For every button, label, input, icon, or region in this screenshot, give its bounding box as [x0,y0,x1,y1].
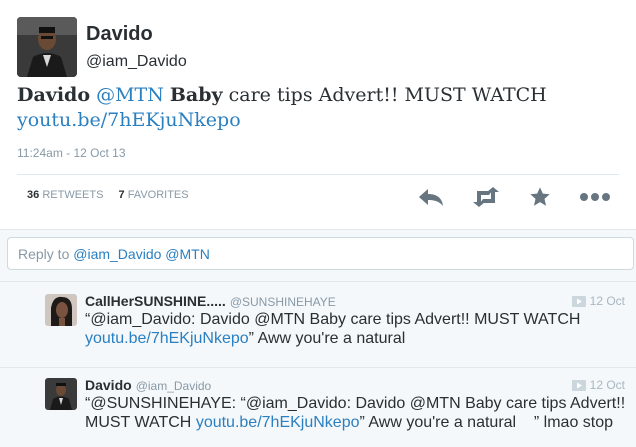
retweets-label: RETWEETS [42,189,104,201]
reply-mentions: @iam_Davido @MTN [73,246,210,262]
retweets-stat[interactable]: 36 RETWEETS [27,189,109,201]
reply-prefix: Reply to [18,246,74,262]
author-handle[interactable]: @iam_Davido [86,53,187,71]
reply-item[interactable]: CallHerSUNSHINE..... @SUNSHINEHAYE 12 Oct… [0,281,636,367]
divider [17,174,619,175]
favorites-label: FAVORITES [127,189,189,201]
reply-text-after: ” Aww you're a natural ” lmao stop [359,414,614,431]
reply-text-after: ” Aww you're a natural [248,330,406,347]
retweet-icon [473,187,499,207]
retweet-button[interactable] [471,182,501,212]
reply-author-handle: @SUNSHINEHAYE [229,295,336,309]
reply-url-link[interactable]: youtu.be/7hEKjuNkepo [85,330,249,347]
media-play-icon [571,295,586,307]
retweets-count: 36 [27,189,40,201]
author-display-name[interactable]: Davido [86,23,153,46]
reply-text: “@SUNSHINEHAYE: “@iam_Davido: Davido @MT… [85,394,630,432]
author-avatar[interactable] [17,17,77,77]
reply-avatar[interactable] [45,294,77,326]
reply-time-label: 12 Oct [589,378,625,392]
reply-author-handle: @iam_Davido [135,379,212,393]
tweet-text: Davido @MTN Baby care tips Advert!! MUST… [17,83,617,133]
reply-time[interactable]: 12 Oct [571,378,625,392]
reply-avatar[interactable] [45,378,77,410]
reply-time[interactable]: 12 Oct [571,294,625,308]
tweet-text-name: Davido [17,84,91,106]
reply-author[interactable]: Davido @iam_Davido [85,377,211,393]
favorites-stat[interactable]: 7 FAVORITES [119,189,195,201]
reply-author-name: Davido [85,377,132,393]
reply-time-label: 12 Oct [589,294,625,308]
reply-button[interactable] [416,182,446,212]
reply-url-link[interactable]: youtu.be/7hEKjuNkepo [196,414,360,431]
tweet-mention-link[interactable]: @MTN [96,84,164,106]
tweet-stats: 36 RETWEETS 7 FAVORITES [27,189,201,201]
ellipsis-icon [580,193,610,201]
tweet-text-bold: Baby [169,84,223,106]
reply-text: “@iam_Davido: Davido @MTN Baby care tips… [85,310,630,348]
tweet-header: Davido @iam_Davido [17,17,617,79]
more-button[interactable] [578,182,612,212]
tweet-url-link[interactable]: youtu.be/7hEKjuNkepo [17,109,241,131]
tweet-timestamp[interactable]: 11:24am - 12 Oct 13 [17,146,126,160]
reply-author[interactable]: CallHerSUNSHINE..... @SUNSHINEHAYE [85,293,336,309]
reply-text-before: “@iam_Davido: Davido @MTN Baby care tips… [85,311,581,328]
media-play-icon [571,379,586,391]
reply-author-name: CallHerSUNSHINE..... [85,293,226,309]
reply-input[interactable]: Reply to @iam_Davido @MTN [7,237,634,270]
tweet-text-rest: care tips Advert!! MUST WATCH [228,84,547,106]
favorites-count: 7 [118,189,125,201]
reply-item[interactable]: Davido @iam_Davido 12 Oct “@SUNSHINEHAYE:… [0,367,636,447]
star-icon [530,187,550,206]
favorite-button[interactable] [525,182,555,212]
reply-arrow-icon [419,189,443,206]
